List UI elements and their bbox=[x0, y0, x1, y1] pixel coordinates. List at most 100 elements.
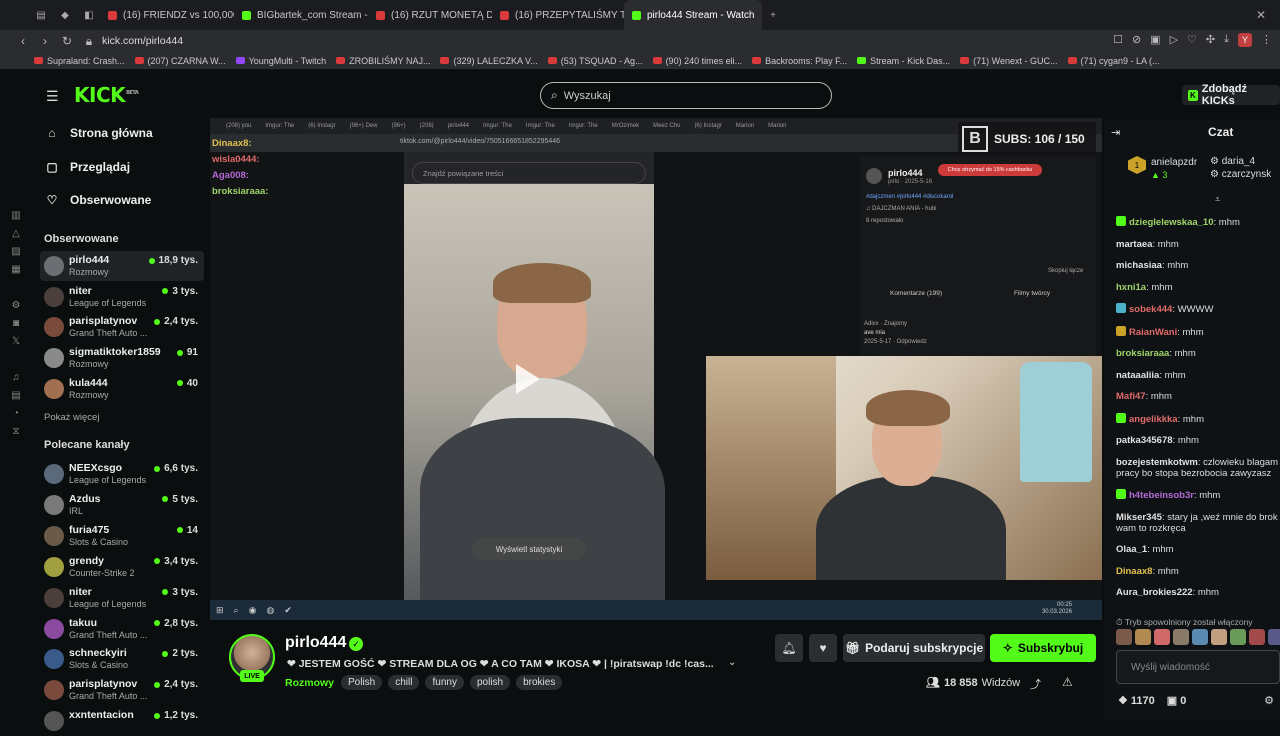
browser-tab[interactable]: (16) PRZEPYTALIŚMY TO✕ bbox=[492, 0, 624, 30]
emote-icon[interactable] bbox=[1249, 629, 1265, 645]
bookmark-item[interactable]: (71) Wenext - GUC... bbox=[960, 56, 1058, 66]
expand-pinned-icon[interactable]: ⩡ bbox=[1215, 194, 1220, 205]
stream-tag[interactable]: brokies bbox=[516, 675, 563, 690]
close-tab-icon[interactable]: ✕ bbox=[760, 10, 762, 21]
emote-icon[interactable] bbox=[1116, 629, 1132, 645]
reload-icon[interactable]: ↻ bbox=[58, 34, 76, 48]
twitch-icon[interactable]: ◙ bbox=[13, 318, 19, 329]
forward-icon[interactable]: › bbox=[36, 34, 54, 48]
chat-username[interactable]: broksiaraaa bbox=[1116, 348, 1169, 359]
gift-subs-button[interactable]: 🎁︎ Podaruj subskrypcje bbox=[843, 634, 985, 662]
chat-username[interactable]: h4tebeinsob3r bbox=[1129, 490, 1194, 501]
browser-tab[interactable]: BIGbartek_com Stream -✕ bbox=[234, 0, 368, 30]
chat-username[interactable]: Mafi47 bbox=[1116, 391, 1146, 402]
get-kicks-button[interactable]: K Zdobądź KICKs bbox=[1182, 83, 1280, 107]
emote-icon[interactable] bbox=[1135, 629, 1151, 645]
browser-tab[interactable]: (16) FRIENDZ vs 100,000✕ bbox=[100, 0, 234, 30]
block-icon[interactable]: ⊘ bbox=[1132, 33, 1141, 47]
chat-username[interactable]: angelikkka bbox=[1129, 414, 1178, 425]
channel-item[interactable]: xxntentacion 1,2 tys. bbox=[40, 706, 204, 736]
channel-item[interactable]: parisplatynov Grand Theft Auto ... 2,4 tys… bbox=[40, 312, 204, 342]
chat-username[interactable]: Dinaax8 bbox=[1116, 566, 1152, 577]
browser-tab[interactable]: pirlo444 Stream - Watch ✕ bbox=[624, 0, 762, 30]
url-field[interactable]: kick.com/pirlo444 bbox=[102, 35, 183, 47]
chat-username[interactable]: sobek444 bbox=[1129, 304, 1172, 315]
channel-item[interactable]: Azdus IRL 5 tys. bbox=[40, 490, 204, 520]
heart-icon[interactable]: ♡ bbox=[1187, 33, 1197, 47]
gifts-balance[interactable]: ▣ 0 bbox=[1167, 694, 1187, 707]
channel-item[interactable]: NEEXcsgo League of Legends 6,6 tys. bbox=[40, 459, 204, 489]
bookmark-item[interactable]: (53) TSQUAD - Ag... bbox=[547, 56, 643, 66]
shield-icon[interactable]: ◆ bbox=[58, 8, 72, 22]
top-gifter-name[interactable]: anielapzdr bbox=[1151, 157, 1197, 168]
chat-username[interactable]: Aura_brokies222 bbox=[1116, 587, 1193, 598]
follow-button[interactable]: ♥ bbox=[809, 634, 837, 662]
chat-username[interactable]: Olaa_1 bbox=[1116, 544, 1147, 555]
channel-item[interactable]: sigmatiktoker1859 Rozmowy 91 bbox=[40, 343, 204, 373]
chat-settings-icon[interactable]: ⚙ bbox=[1264, 694, 1274, 707]
report-icon[interactable]: ⚠ bbox=[1062, 675, 1073, 689]
stream-tag[interactable]: Polish bbox=[341, 675, 383, 690]
chat-username[interactable]: hxni1a bbox=[1116, 282, 1146, 293]
channel-item[interactable]: schneckyiri Slots & Casino 2 tys. bbox=[40, 644, 204, 674]
chat-username[interactable]: martaea bbox=[1116, 239, 1152, 250]
bookmark-item[interactable]: (329) LALECZKA V... bbox=[440, 56, 538, 66]
bookmark-item[interactable]: (71) cygan9 - LA (... bbox=[1067, 56, 1160, 66]
subscribe-button[interactable]: ✧ Subskrybuj bbox=[990, 634, 1096, 662]
bookmark-item[interactable]: Backrooms: Play F... bbox=[752, 56, 847, 66]
chat-username[interactable]: RaianWani bbox=[1129, 327, 1177, 338]
stream-tag[interactable]: funny bbox=[425, 675, 464, 690]
channel-item[interactable]: niter League of Legends 3 tys. bbox=[40, 282, 204, 312]
shield-icon[interactable]: ▣ bbox=[1150, 33, 1160, 47]
chat-username[interactable]: patka345678 bbox=[1116, 435, 1173, 446]
kick-logo[interactable]: KICKBETA bbox=[74, 83, 139, 107]
sidebar-item-home[interactable]: ⌂ Strona główna bbox=[46, 126, 152, 140]
bell-icon[interactable]: ◔ bbox=[13, 408, 19, 419]
channel-item[interactable]: niter League of Legends 3 tys. bbox=[40, 583, 204, 613]
sidebar-item-browse[interactable]: ▢ Przeglądaj bbox=[46, 160, 130, 174]
tab-list-icon[interactable]: ▤ bbox=[34, 8, 48, 22]
settings-icon[interactable]: ⚙ bbox=[12, 300, 21, 311]
bookmark-item[interactable]: Supraland: Crash... bbox=[34, 56, 125, 66]
window-close-icon[interactable]: ✕ bbox=[1256, 8, 1266, 22]
bookmark-item[interactable]: ZROBILIŚMY NAJ... bbox=[336, 56, 430, 66]
app-icon[interactable]: ▥ bbox=[11, 210, 20, 221]
channel-item[interactable]: kula444 Rozmowy 40 bbox=[40, 374, 204, 404]
chat-username[interactable]: nataaaliia bbox=[1116, 370, 1159, 381]
emote-icon[interactable] bbox=[1211, 629, 1227, 645]
image-icon[interactable]: ▨ bbox=[11, 246, 20, 257]
kicks-balance[interactable]: ❖ 1170 bbox=[1118, 694, 1155, 707]
music-icon[interactable]: ♫ bbox=[12, 372, 20, 383]
sidebar-item-following[interactable]: ♡ Obserwowane bbox=[46, 193, 152, 207]
app-icon[interactable]: ◧ bbox=[82, 8, 96, 22]
emote-icon[interactable] bbox=[1154, 629, 1170, 645]
triangle-icon[interactable]: △ bbox=[12, 228, 20, 239]
browser-tab[interactable]: (16) RZUT MONETĄ DECY✕ bbox=[368, 0, 492, 30]
play-icon[interactable]: ▷ bbox=[1170, 33, 1178, 47]
chat-message-input[interactable]: Wyślij wiadomość bbox=[1116, 650, 1280, 684]
menu-icon[interactable]: ⋮ bbox=[1261, 33, 1272, 47]
channel-item[interactable]: furia475 Slots & Casino 14 bbox=[40, 521, 204, 551]
share-icon[interactable]: ⤴ bbox=[1030, 676, 1041, 692]
bookmark-item[interactable]: Stream - Kick Das... bbox=[857, 56, 950, 66]
download-icon[interactable]: ⤓ bbox=[1224, 33, 1229, 47]
emote-icon[interactable] bbox=[1192, 629, 1208, 645]
show-more-link[interactable]: Pokaż więcej bbox=[44, 412, 99, 423]
profile-avatar[interactable]: Y bbox=[1238, 33, 1252, 47]
link-icon[interactable]: ⧖ bbox=[12, 426, 19, 437]
emote-icon[interactable] bbox=[1268, 629, 1280, 645]
emote-icon[interactable] bbox=[1230, 629, 1246, 645]
stream-tag[interactable]: chill bbox=[388, 675, 420, 690]
x-icon[interactable]: 𝕏 bbox=[12, 336, 20, 347]
chart-icon[interactable]: ▦ bbox=[11, 264, 20, 275]
search-input[interactable]: ⌕ Wyszukaj bbox=[540, 82, 832, 109]
new-tab-icon[interactable]: + bbox=[766, 8, 780, 22]
channel-item[interactable]: pirlo444 Rozmowy 18,9 tys. bbox=[40, 251, 204, 281]
bookmark-item[interactable]: (90) 240 times eli... bbox=[652, 56, 742, 66]
emote-icon[interactable] bbox=[1173, 629, 1189, 645]
note-icon[interactable]: ▤ bbox=[11, 390, 20, 401]
bookmark-item[interactable]: YoungMulti - Twitch bbox=[235, 56, 326, 66]
chat-username[interactable]: Mikser345 bbox=[1116, 512, 1162, 523]
chat-username[interactable]: michasiaa bbox=[1116, 260, 1162, 271]
gifter-name[interactable]: ⚙ daria_4 bbox=[1210, 156, 1255, 167]
